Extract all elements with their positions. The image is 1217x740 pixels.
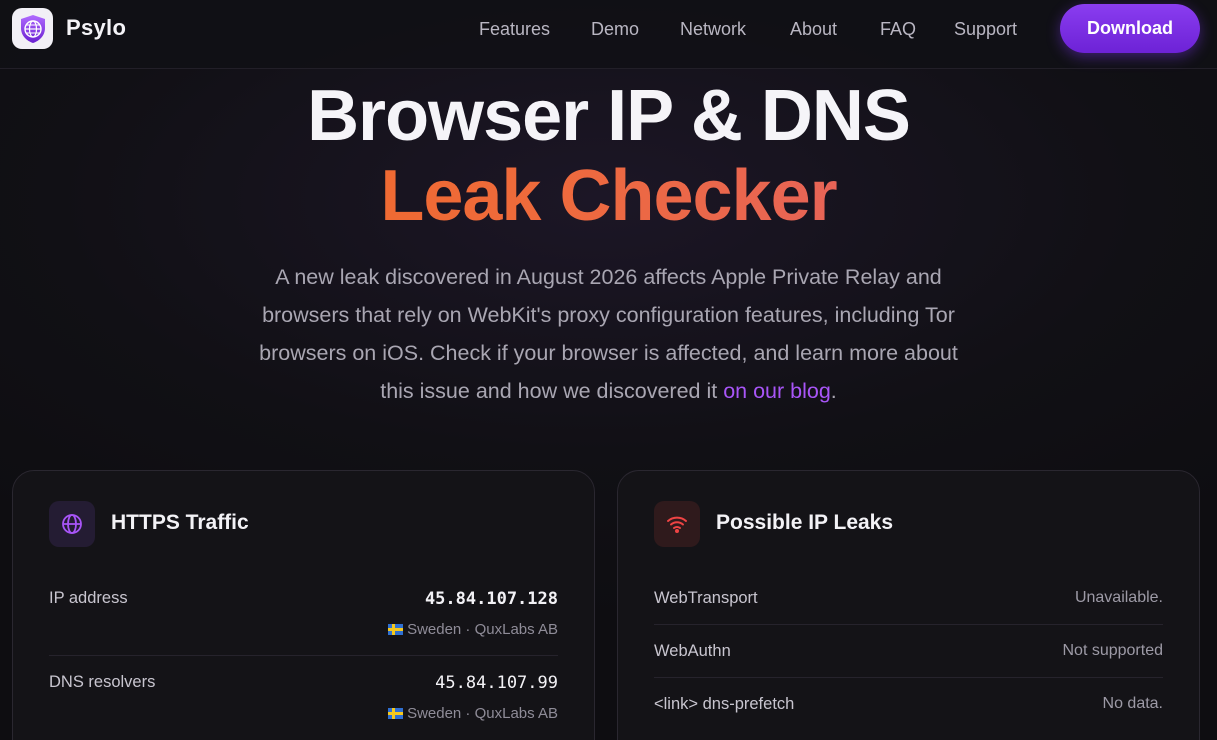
divider — [654, 624, 1163, 625]
row-label: IP address — [49, 589, 128, 607]
nav-link-support[interactable]: Support — [954, 19, 1017, 40]
wifi-icon — [667, 516, 687, 533]
dns-prefetch-status: No data. — [1102, 695, 1163, 712]
row-label: <link> dns-prefetch — [654, 695, 795, 713]
webauthn-status: Not supported — [1062, 642, 1163, 659]
webtransport-status: Unavailable. — [1074, 589, 1163, 606]
row-label: DNS resolvers — [49, 673, 156, 691]
card-icon-box — [49, 501, 95, 547]
row-label: WebAuthn — [654, 642, 731, 660]
ip-location-text: Sweden · QuxLabs AB — [407, 621, 558, 638]
download-button[interactable]: Download — [1060, 4, 1200, 53]
card-icon-box — [654, 501, 700, 547]
globe-icon — [62, 514, 82, 534]
nav-link-features[interactable]: Features — [479, 19, 550, 40]
dns-resolver-value[interactable]: 45.84.107.99 — [435, 673, 558, 693]
row-label: WebTransport — [654, 589, 758, 607]
card-title: HTTPS Traffic — [111, 511, 249, 534]
nav-link-network[interactable]: Network — [680, 19, 746, 40]
top-navbar: Psylo Features Demo Network About FAQ Su… — [0, 0, 1217, 69]
hero-description: A new leak discovered in August 2026 aff… — [240, 258, 977, 410]
hero-title-accent: Leak Checker — [0, 160, 1217, 232]
sweden-flag-icon — [388, 708, 404, 719]
card-title: Possible IP Leaks — [716, 511, 894, 534]
hero-description-trailing: . — [830, 379, 837, 403]
nav-link-demo[interactable]: Demo — [591, 19, 639, 40]
divider — [654, 677, 1163, 678]
https-traffic-card: HTTPS Traffic IP address 45.84.107.128 S… — [12, 470, 595, 740]
hero-title: Browser IP & DNS — [307, 76, 911, 156]
hero-description-text: A new leak discovered in August 2026 aff… — [259, 265, 958, 403]
nav-link-about[interactable]: About — [790, 19, 837, 40]
dns-location-text: Sweden · QuxLabs AB — [407, 705, 558, 722]
sweden-flag-icon — [388, 624, 404, 635]
ip-location: Sweden · QuxLabs AB — [388, 621, 558, 638]
dns-location: Sweden · QuxLabs AB — [388, 705, 558, 722]
ip-address-value[interactable]: 45.84.107.128 — [425, 589, 558, 609]
divider — [49, 655, 558, 656]
blog-link[interactable]: on our blog — [723, 379, 831, 403]
nav-link-faq[interactable]: FAQ — [880, 19, 916, 40]
ip-leaks-card: Possible IP Leaks WebTransport Unavailab… — [617, 470, 1200, 740]
